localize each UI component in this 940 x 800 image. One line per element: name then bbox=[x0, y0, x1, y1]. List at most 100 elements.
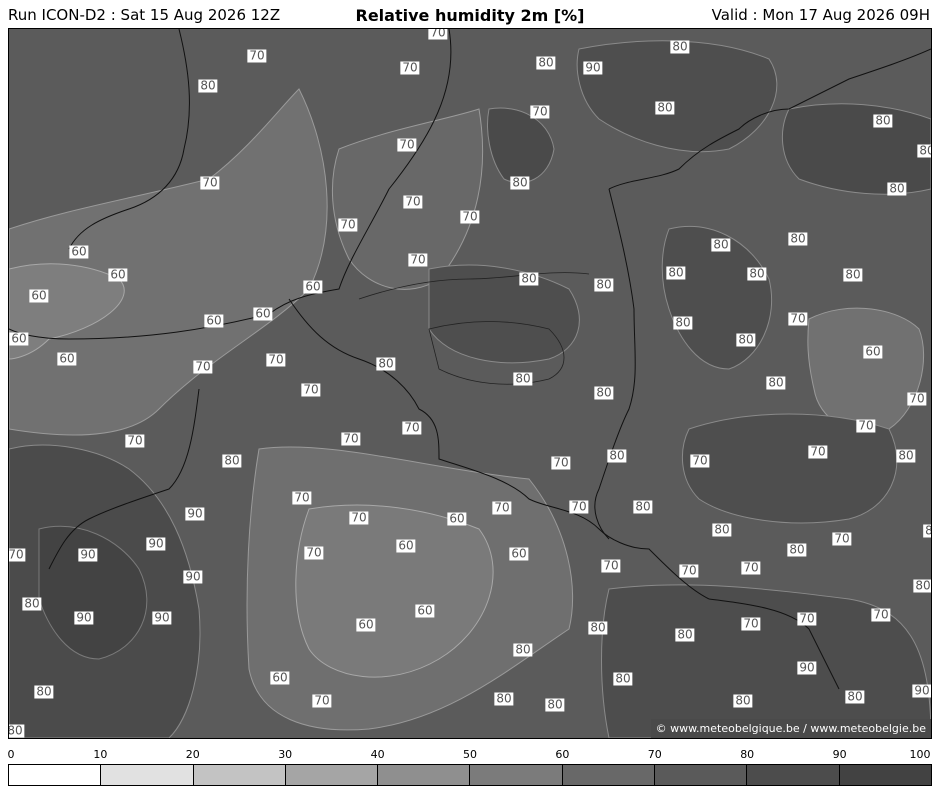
contour-label: 90 bbox=[74, 610, 94, 625]
contour-label: 70 bbox=[601, 558, 621, 573]
contour-label: 80 bbox=[736, 332, 756, 347]
contour-label: 70 bbox=[304, 545, 324, 560]
contour-label: 70 bbox=[338, 217, 358, 232]
legend-tick: 80 bbox=[740, 748, 755, 761]
contour-label: 70 bbox=[312, 693, 332, 708]
contour-label: 80 bbox=[787, 542, 807, 557]
contour-label: 70 bbox=[797, 611, 817, 626]
contour-label: 80 bbox=[494, 691, 514, 706]
legend-tick: 10 bbox=[93, 748, 108, 761]
contour-label: 80 bbox=[712, 522, 732, 537]
contour-label: 70 bbox=[349, 510, 369, 525]
legend-tick: 0 bbox=[7, 748, 15, 761]
contour-label: 90 bbox=[185, 506, 205, 521]
contour-label: 90 bbox=[797, 660, 817, 675]
contour-label: 70 bbox=[460, 209, 480, 224]
contour-label: 60 bbox=[447, 511, 467, 526]
contour-label: 60 bbox=[69, 244, 89, 259]
contour-label: 70 bbox=[8, 547, 26, 562]
legend-swatch bbox=[193, 765, 286, 785]
contour-label: 80 bbox=[843, 267, 863, 282]
contour-label: 70 bbox=[400, 60, 420, 75]
contour-label: 60 bbox=[356, 617, 376, 632]
valid-time: Valid : Mon 17 Aug 2026 09H bbox=[711, 6, 930, 24]
contour-label: 80 bbox=[675, 627, 695, 642]
contour-label: 80 bbox=[633, 499, 653, 514]
legend-colorbar bbox=[8, 764, 932, 786]
contour-label: 80 bbox=[887, 181, 907, 196]
contour-label: 70 bbox=[569, 499, 589, 514]
contour-label: 60 bbox=[29, 288, 49, 303]
contour-label: 90 bbox=[183, 569, 203, 584]
contour-label: 70 bbox=[247, 48, 267, 63]
contour-label: 80 bbox=[519, 271, 539, 286]
contour-label: 80 bbox=[594, 277, 614, 292]
contour-label: 70 bbox=[907, 391, 927, 406]
contour-label: 90 bbox=[583, 60, 603, 75]
contour-label: 60 bbox=[303, 279, 323, 294]
legend-tick: 30 bbox=[278, 748, 293, 761]
contour-label: 70 bbox=[266, 352, 286, 367]
contour-label: 80 bbox=[873, 113, 893, 128]
contour-label: 80 bbox=[513, 371, 533, 386]
legend-swatch bbox=[562, 765, 656, 785]
contour-label: 70 bbox=[871, 607, 891, 622]
contour-label: 70 bbox=[832, 531, 852, 546]
contour-label: 70 bbox=[856, 418, 876, 433]
contour-label: 70 bbox=[402, 420, 422, 435]
contour-label: 80 bbox=[733, 693, 753, 708]
contour-label: 80 bbox=[613, 671, 633, 686]
contour-label: 80 bbox=[588, 620, 608, 635]
legend-tick: 40 bbox=[370, 748, 385, 761]
legend-ticks: 0 10 20 30 40 50 60 70 80 90 100 bbox=[0, 748, 940, 762]
contour-label: 70 bbox=[200, 175, 220, 190]
humidity-map[interactable]: 70 80 70 80 90 70 80 80 70 80 70 80 70 80 80 70 70 70 80 80… bbox=[8, 28, 932, 739]
contour-label: 60 bbox=[253, 306, 273, 321]
contour-label: 70 bbox=[125, 433, 145, 448]
contour-label: 60 bbox=[396, 538, 416, 553]
contour-label: 70 bbox=[690, 453, 710, 468]
contour-label: 70 bbox=[397, 137, 417, 152]
contour-label: 70 bbox=[492, 500, 512, 515]
contour-label: 70 bbox=[408, 252, 428, 267]
legend-tick: 60 bbox=[555, 748, 570, 761]
contour-label: 70 bbox=[530, 104, 550, 119]
contour-label: 80 bbox=[670, 39, 690, 54]
contour-label: 80 bbox=[845, 689, 865, 704]
contour-label: 80 bbox=[655, 100, 675, 115]
contour-label: 70 bbox=[679, 563, 699, 578]
legend-tick: 90 bbox=[832, 748, 847, 761]
contour-label: 60 bbox=[9, 331, 29, 346]
legend-swatch bbox=[285, 765, 379, 785]
contour-label: 70 bbox=[551, 455, 571, 470]
contour-label: 80 bbox=[513, 642, 533, 657]
legend-swatch bbox=[378, 765, 471, 785]
legend-swatch bbox=[747, 765, 840, 785]
contour-label: 60 bbox=[415, 603, 435, 618]
contour-label: 90 bbox=[146, 536, 166, 551]
contour-label: 80 bbox=[376, 356, 396, 371]
legend-swatch bbox=[9, 765, 102, 785]
legend-swatch bbox=[101, 765, 194, 785]
contour-label: 70 bbox=[193, 359, 213, 374]
contour-label: 70 bbox=[788, 311, 808, 326]
contour-label: 70 bbox=[428, 28, 448, 40]
contour-label: 80 bbox=[711, 237, 731, 252]
legend-tick: 50 bbox=[463, 748, 477, 761]
contour-label: 80 bbox=[666, 265, 686, 280]
contour-label: 80 bbox=[22, 596, 42, 611]
contour-label: 8 bbox=[923, 524, 931, 538]
contour-label: 60 bbox=[270, 670, 290, 685]
legend-tick: 70 bbox=[647, 748, 662, 761]
contour-label: 90 bbox=[78, 547, 98, 562]
contour-label: 60 bbox=[509, 546, 529, 561]
contour-label: 80 bbox=[536, 55, 556, 70]
contour-label: 80 bbox=[9, 724, 25, 738]
contour-label: 80 bbox=[896, 448, 916, 463]
humidity-field bbox=[9, 29, 931, 738]
contour-label: 60 bbox=[57, 351, 77, 366]
contour-label: 80 bbox=[607, 448, 627, 463]
contour-label: 80 bbox=[917, 144, 931, 158]
contour-label: 70 bbox=[292, 490, 312, 505]
contour-label: 80 bbox=[788, 231, 808, 246]
